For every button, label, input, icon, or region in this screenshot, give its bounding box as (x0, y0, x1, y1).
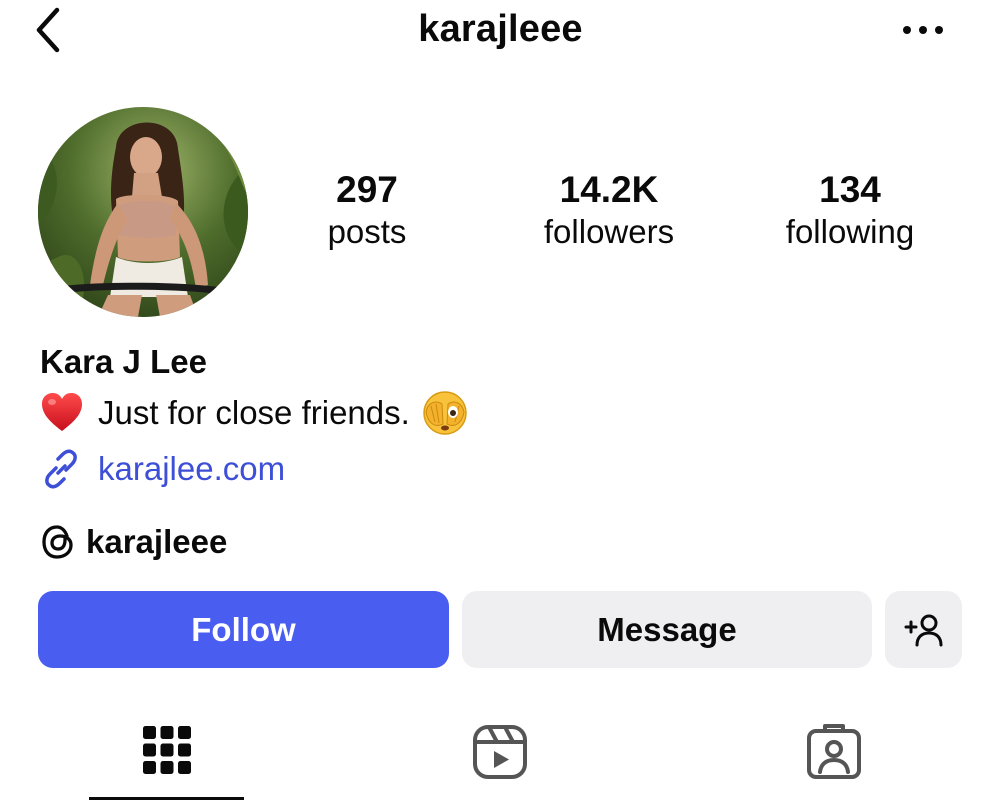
following-count[interactable]: 134 following (740, 168, 960, 252)
followers-count-value: 14.2K (559, 169, 659, 210)
followers-count-label: followers (543, 213, 675, 250)
more-horizontal-icon (903, 26, 943, 34)
grid-icon (143, 726, 191, 774)
website-link-text: karajlee.com (98, 450, 286, 487)
tab-reels[interactable] (422, 718, 578, 800)
followers-count[interactable]: 14.2K followers (499, 168, 719, 252)
posts-count-value: 297 (336, 169, 398, 210)
bio: Just for close friends. (40, 391, 468, 435)
threads-badge[interactable]: karajleee (40, 520, 227, 564)
avatar-photo (38, 107, 248, 317)
threads-handle: karajleee (86, 523, 228, 560)
link-icon (45, 449, 77, 489)
face-with-peeking-eye-icon (423, 391, 467, 435)
bio-text: Just for close friends. (98, 394, 410, 431)
tagged-person-icon (807, 724, 861, 779)
more-options-button[interactable] (898, 14, 948, 46)
add-person-icon (904, 614, 942, 646)
reels-icon (473, 725, 527, 779)
suggested-accounts-button[interactable] (885, 591, 962, 668)
following-count-value: 134 (819, 169, 881, 210)
message-button[interactable]: Message (462, 591, 872, 668)
profile-avatar[interactable] (38, 107, 248, 317)
heart-emoji-icon (42, 393, 82, 431)
follow-button[interactable]: Follow (38, 591, 449, 668)
website-link[interactable]: karajlee.com (40, 447, 285, 491)
posts-count[interactable]: 297 posts (257, 168, 477, 252)
threads-icon (42, 525, 73, 559)
posts-count-label: posts (327, 213, 407, 250)
top-bar: karajleee (0, 0, 1001, 60)
profile-username-title: karajleee (418, 8, 583, 50)
display-name: Kara J Lee (40, 343, 207, 380)
tab-tagged[interactable] (756, 718, 912, 800)
following-count-label: following (785, 213, 915, 250)
tab-grid[interactable] (89, 718, 245, 800)
